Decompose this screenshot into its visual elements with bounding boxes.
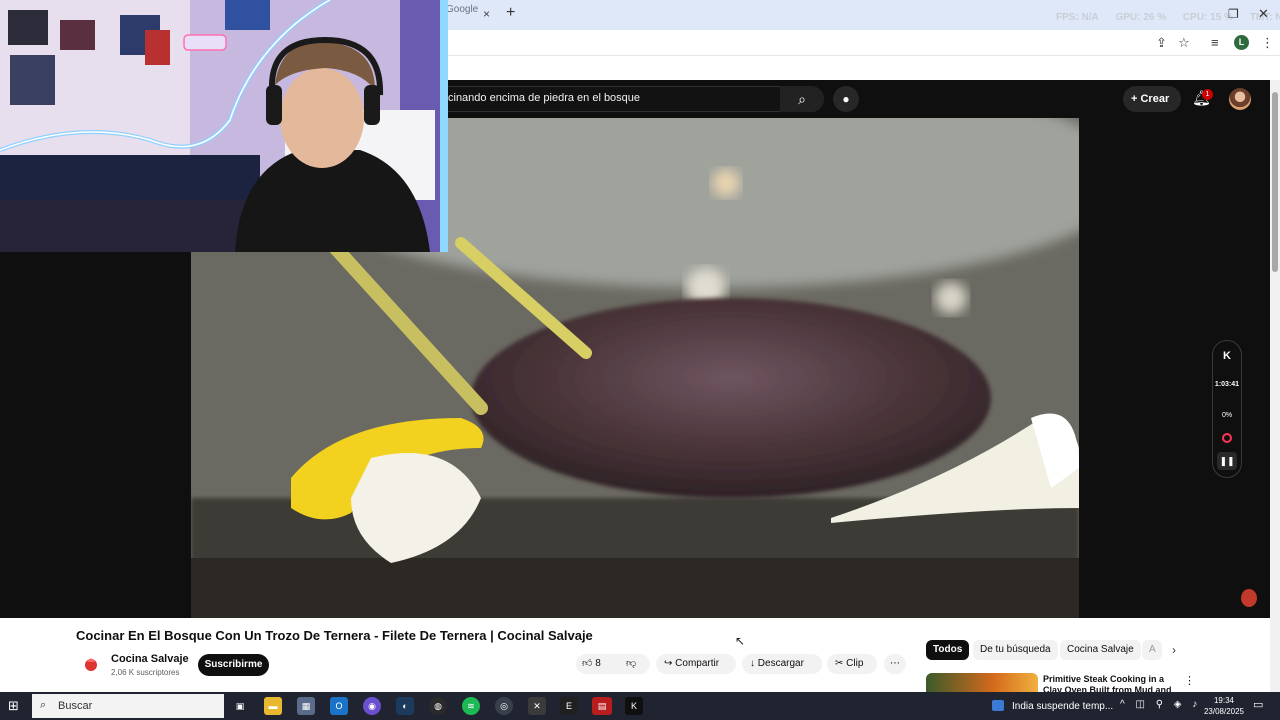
- notification-count-badge: 1: [1202, 89, 1213, 100]
- account-avatar[interactable]: [1229, 88, 1251, 110]
- steam-icon[interactable]: ◐: [396, 697, 414, 715]
- news-widget-icon[interactable]: [992, 700, 1004, 711]
- browser-menu-icon[interactable]: ⋮: [1261, 35, 1274, 51]
- share-icon: ↪: [664, 658, 673, 669]
- clock-time: 19:34: [1213, 696, 1235, 705]
- share-label: Compartir: [675, 658, 720, 669]
- tab-title: Google: [446, 4, 479, 15]
- kick-percent: 0%: [1221, 412, 1233, 419]
- windows-start-icon[interactable]: ⊞: [8, 698, 19, 714]
- bookmark-star-icon[interactable]: ☆: [1178, 35, 1190, 51]
- chip-from-search[interactable]: De tu búsqueda: [973, 640, 1058, 660]
- thumbs-down-icon: 👎︎: [626, 658, 637, 669]
- scissors-icon: ✂: [835, 658, 844, 669]
- chip-more[interactable]: A: [1142, 640, 1162, 660]
- tab-close-icon[interactable]: ×: [483, 7, 490, 21]
- performance-overlay: FPS: N/A GPU: 26 % CPU: 15 % TMT: N/A: [1056, 12, 1280, 23]
- floating-assistant-icon[interactable]: [1241, 589, 1257, 607]
- task-view-icon[interactable]: ▣: [231, 697, 249, 715]
- more-actions-button[interactable]: ⋯: [884, 654, 906, 674]
- clip-label: Clip: [846, 658, 864, 669]
- window-restore-icon[interactable]: ❐: [1228, 7, 1239, 21]
- voice-search-button[interactable]: ●: [833, 86, 859, 112]
- new-tab-button[interactable]: +: [506, 4, 515, 22]
- search-icon: ⌕: [798, 91, 806, 107]
- like-dislike-group: 👍︎ 8 👎︎: [576, 654, 650, 674]
- thumbs-up-icon: 👍︎: [582, 658, 593, 669]
- taskbar-clock[interactable]: 19:34 23/08/2025: [1198, 695, 1250, 717]
- microphone-icon: ●: [842, 92, 850, 106]
- store-icon[interactable]: ▦: [297, 697, 315, 715]
- kick-app-icon[interactable]: K: [625, 697, 643, 715]
- search-query-text[interactable]: cinando encima de piedra en el bosque: [448, 92, 640, 104]
- download-icon: ↓: [750, 658, 755, 669]
- clock-date: 23/08/2025: [1203, 707, 1245, 716]
- epic-games-icon[interactable]: E: [560, 697, 578, 715]
- scrollbar-thumb[interactable]: [1272, 92, 1278, 272]
- spotify-icon[interactable]: ≋: [462, 697, 480, 715]
- video-title: Cocinar En El Bosque Con Un Trozo De Ter…: [76, 628, 593, 643]
- media-control-icon[interactable]: ≡: [1211, 35, 1219, 50]
- channel-name[interactable]: Cocina Salvaje: [111, 653, 189, 665]
- browser-profile-avatar[interactable]: L: [1234, 35, 1249, 50]
- like-count: 8: [595, 658, 601, 669]
- subscribe-button[interactable]: Suscribirme: [198, 654, 269, 676]
- share-button[interactable]: ↪ Compartir: [656, 654, 736, 674]
- discord-icon[interactable]: ◉: [363, 697, 381, 715]
- chrome-icon[interactable]: ◎: [495, 697, 513, 715]
- create-label: Crear: [1140, 93, 1170, 105]
- window-close-icon[interactable]: ✕: [1258, 6, 1269, 22]
- mouse-cursor-icon: ↖: [735, 634, 746, 648]
- cpu-stat: CPU: 15 %: [1182, 12, 1233, 23]
- news-ticker[interactable]: India suspende temp...: [1012, 701, 1113, 712]
- notification-center-icon[interactable]: ▭: [1253, 698, 1263, 711]
- capcut-icon[interactable]: ✕: [528, 697, 546, 715]
- chip-all[interactable]: Todos: [926, 640, 970, 660]
- chevron-right-icon[interactable]: ›: [1172, 643, 1176, 657]
- channel-avatar[interactable]: [80, 653, 102, 675]
- file-explorer-icon[interactable]: ▬: [264, 697, 282, 715]
- channel-logo-icon: [85, 658, 97, 671]
- taskbar-search-input[interactable]: Buscar: [32, 694, 224, 718]
- download-button[interactable]: ↓ Descargar: [742, 654, 822, 674]
- app-icon-red[interactable]: ▤: [592, 697, 612, 715]
- browser-tab[interactable]: Google: [446, 4, 498, 26]
- record-icon[interactable]: [1222, 433, 1232, 443]
- like-button[interactable]: 👍︎ 8: [582, 654, 601, 674]
- chip-channel[interactable]: Cocina Salvaje: [1060, 640, 1141, 660]
- channel-subscribers: 2,06 K suscriptores: [111, 668, 180, 677]
- download-label: Descargar: [757, 658, 804, 669]
- dislike-button[interactable]: 👎︎: [626, 654, 636, 674]
- system-tray-icons[interactable]: ^ ◫ ⚲ ◈ ♪: [1120, 699, 1201, 710]
- kick-elapsed-time: 1:03:41: [1214, 381, 1240, 388]
- webcam-overlay: [0, 0, 448, 252]
- search-icon: ⌕: [40, 699, 47, 711]
- search-button[interactable]: ⌕: [780, 86, 824, 112]
- install-app-icon[interactable]: ⇪: [1156, 35, 1167, 51]
- obs-icon[interactable]: ◍: [429, 697, 447, 715]
- kick-logo-icon: K: [1223, 350, 1231, 362]
- gpu-stat: GPU: 26 %: [1115, 12, 1167, 23]
- outlook-icon[interactable]: O: [330, 697, 348, 715]
- fps-stat: FPS: N/A: [1056, 12, 1099, 23]
- recommendation-menu-icon[interactable]: ⋮: [1184, 674, 1195, 687]
- streamer-webcam-image: [0, 0, 448, 252]
- create-button[interactable]: + Crear: [1123, 86, 1181, 112]
- pause-button[interactable]: ❚❚: [1217, 452, 1237, 470]
- clip-button[interactable]: ✂ Clip: [827, 654, 877, 674]
- recommendation-thumbnail[interactable]: [926, 673, 1038, 693]
